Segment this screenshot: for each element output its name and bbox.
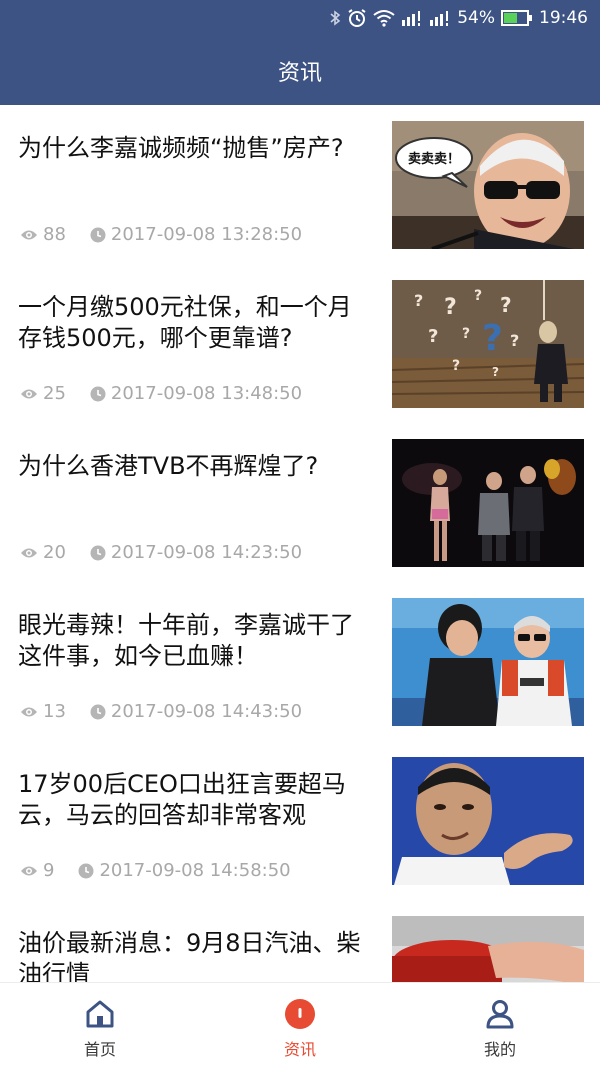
svg-text:?: ? [462,326,470,342]
tab-profile[interactable]: 我的 [400,983,600,1067]
publish-time: 2017-09-08 13:28:50 [90,224,302,245]
view-count: 20 [20,542,66,563]
article-title: 一个月缴500元社保，和一个月存钱500元，哪个更靠谱? [18,293,352,352]
news-feed[interactable]: 为什么李嘉诚频频“抛售”房产? 88 2017-09-08 13:28:50 卖… [0,105,600,982]
article-item[interactable]: 眼光毒辣！十年前，李嘉诚干了这件事，如今已血赚！ 13 2017-09-08 1… [0,582,600,741]
view-count-value: 25 [43,383,66,404]
eye-icon [21,548,37,557]
svg-text:?: ? [474,288,482,304]
signal-icon-2 [429,10,451,26]
article-title: 油价最新消息：9月8日汽油、柴油行情 [18,929,361,982]
article-meta: 20 2017-09-08 14:23:50 [20,542,302,563]
article-thumbnail[interactable] [392,916,584,982]
svg-text:?: ? [482,318,503,359]
publish-time-value: 2017-09-08 14:58:50 [99,860,291,881]
view-count-value: 20 [43,542,66,563]
page-title: 资讯 [277,60,322,86]
clock-time: 19:46 [539,8,588,28]
wifi-icon [373,9,395,27]
bluetooth-icon [329,9,341,27]
article-item[interactable]: 一个月缴500元社保，和一个月存钱500元，哪个更靠谱? 25 2017-09-… [0,264,600,423]
article-meta: 88 2017-09-08 13:28:50 [20,224,302,245]
article-title: 为什么李嘉诚频频“抛售”房产? [18,134,344,162]
clock-icon [90,227,106,242]
svg-text:?: ? [428,326,438,347]
article-meta: 25 2017-09-08 13:48:50 [20,383,302,404]
status-bar: 54% 19:46 [0,0,600,36]
page-header: 资讯 [0,36,600,105]
signal-icon [401,10,423,26]
publish-time: 2017-09-08 14:58:50 [78,860,291,881]
article-meta: 9 2017-09-08 14:58:50 [20,860,291,881]
article-thumbnail[interactable] [392,757,584,885]
publish-time: 2017-09-08 14:23:50 [90,542,302,563]
article-item[interactable]: 为什么香港TVB不再辉煌了? 20 2017-09-08 14:23:50 [0,423,600,582]
tab-news[interactable]: 资讯 [200,983,400,1067]
home-icon [86,1000,114,1028]
article-thumbnail[interactable] [392,439,584,567]
battery-percent: 54% [457,8,495,28]
bottom-tab-bar: 首页 资讯 我的 [0,982,600,1067]
view-count: 25 [20,383,66,404]
publish-time: 2017-09-08 13:48:50 [90,383,302,404]
publish-time-value: 2017-09-08 13:28:50 [110,224,303,245]
clock-icon [90,386,106,401]
publish-time-value: 2017-09-08 14:23:50 [110,542,303,563]
article-item[interactable]: 17岁00后CEO口出狂言要超马云，马云的回答却非常客观 9 2017-09-0… [0,741,600,900]
svg-text:?: ? [510,331,519,350]
clock-icon [90,704,106,719]
svg-text:?: ? [452,358,460,374]
view-count-value: 9 [43,860,55,881]
tab-home[interactable]: 首页 [0,983,200,1067]
publish-time-value: 2017-09-08 13:48:50 [110,383,303,404]
view-count: 13 [20,701,66,722]
article-item[interactable]: 为什么李嘉诚频频“抛售”房产? 88 2017-09-08 13:28:50 卖… [0,105,600,264]
eye-icon [21,389,37,398]
tab-profile-label: 我的 [483,1040,516,1059]
battery-icon [501,10,533,26]
publish-time: 2017-09-08 14:43:50 [90,701,302,722]
view-count: 9 [20,860,54,881]
svg-text:?: ? [492,365,499,379]
view-count-value: 88 [43,224,66,245]
thumbnail-caption: 卖卖卖！ [408,151,460,167]
article-thumbnail[interactable] [392,598,584,726]
eye-icon [21,707,37,716]
eye-icon [21,866,37,875]
tab-home-label: 首页 [83,1040,116,1059]
tab-news-label: 资讯 [283,1040,316,1059]
view-count-value: 13 [43,701,66,722]
news-icon [285,999,315,1029]
svg-text:?: ? [444,295,457,320]
alarm-icon [347,8,367,28]
clock-icon [90,545,106,560]
clock-icon [78,863,94,878]
person-icon [486,1000,514,1029]
publish-time-value: 2017-09-08 14:43:50 [110,701,303,722]
view-count: 88 [20,224,66,245]
svg-text:?: ? [500,293,512,317]
article-thumbnail[interactable]: 卖卖卖！ [392,121,584,249]
svg-text:?: ? [414,291,423,310]
article-item[interactable]: 油价最新消息：9月8日汽油、柴油行情 [0,900,600,982]
article-title: 17岁00后CEO口出狂言要超马云，马云的回答却非常客观 [18,770,346,829]
article-thumbnail[interactable]: ? ? ? ? ? ? ? ? ? ? ? [392,280,584,408]
article-title: 眼光毒辣！十年前，李嘉诚干了这件事，如今已血赚！ [18,611,354,670]
eye-icon [21,230,37,239]
article-title: 为什么香港TVB不再辉煌了? [18,452,319,480]
article-meta: 13 2017-09-08 14:43:50 [20,701,302,722]
